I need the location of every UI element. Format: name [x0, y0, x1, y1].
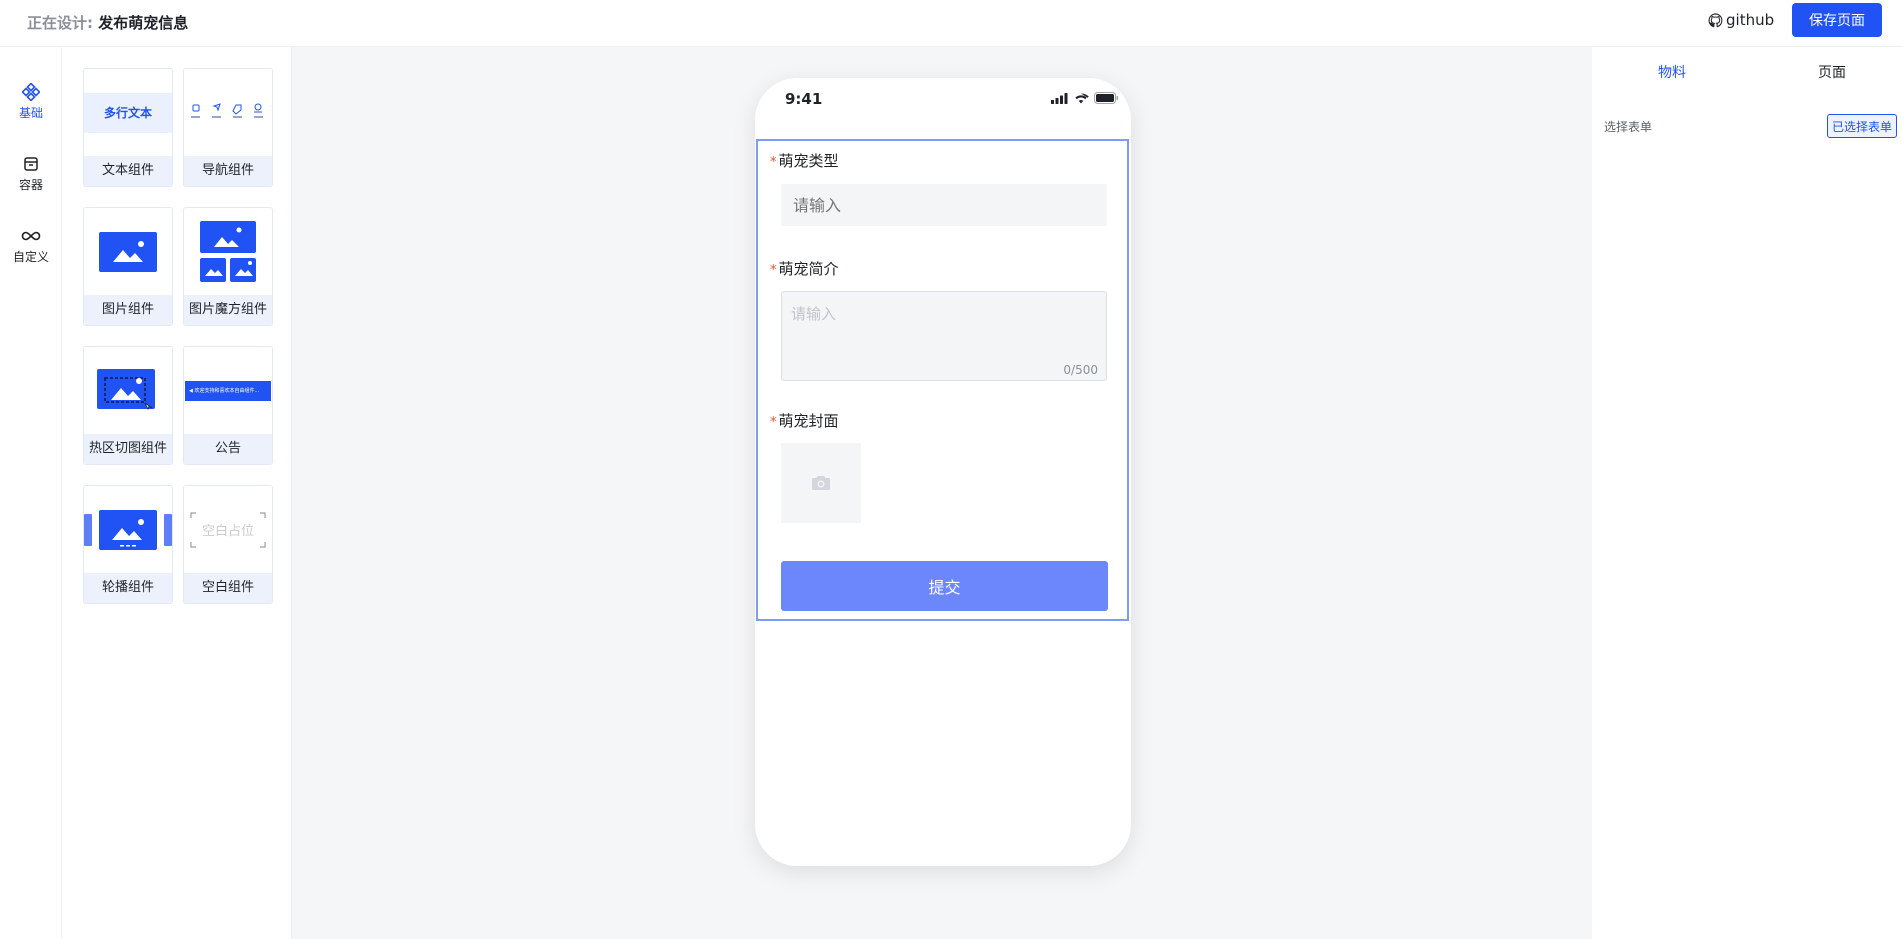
component-palette: 多行文本 文本组件 导航组件 图片组件 图片魔方组件 热区切图组件 ◀ 欢迎支持… [62, 47, 292, 939]
blank-placeholder: 空白占位 [190, 511, 266, 548]
field-label-pet-type: * 萌宠类型 [770, 150, 839, 171]
palette-item-notice[interactable]: ◀ 欢迎支持和喜欢本自由组件... 公告 [183, 346, 273, 465]
palette-item-label: 空白组件 [184, 573, 272, 603]
hotspot-preview [84, 347, 172, 434]
top-header: 正在设计: 发布萌宠信息 github 保存页面 [0, 0, 1902, 47]
palette-item-carousel[interactable]: 轮播组件 [83, 485, 173, 604]
notice-preview: ◀ 欢迎支持和喜欢本自由组件... [184, 347, 272, 434]
carousel-preview [84, 486, 172, 573]
rail-item-basic[interactable]: 基础 [0, 83, 62, 121]
palette-item-image[interactable]: 图片组件 [83, 207, 173, 326]
save-page-button[interactable]: 保存页面 [1792, 3, 1882, 37]
hotspot-image-icon [97, 368, 155, 410]
field-label-pet-cover: * 萌宠封面 [770, 410, 839, 431]
github-link[interactable]: github [1708, 11, 1774, 29]
rail-item-container-label: 容器 [18, 178, 43, 192]
status-icons [1051, 92, 1119, 104]
pet-type-input[interactable] [781, 184, 1107, 226]
notice-text: 欢迎支持和喜欢本自由组件... [194, 387, 260, 394]
notice-bar: ◀ 欢迎支持和喜欢本自由组件... [185, 380, 271, 401]
design-prefix: 正在设计: [27, 14, 93, 32]
rail-item-container[interactable]: 容器 [0, 155, 62, 193]
image-cube-preview [184, 208, 272, 295]
cover-uploader[interactable] [781, 443, 861, 523]
palette-item-text[interactable]: 多行文本 文本组件 [83, 68, 173, 187]
signal-icon [1051, 92, 1068, 104]
text-preview: 多行文本 [84, 69, 172, 156]
github-label: github [1726, 11, 1775, 29]
required-asterisk: * [770, 415, 777, 430]
field-label-pet-intro: * 萌宠简介 [770, 258, 839, 279]
selected-form-button[interactable]: 已选择表单 [1827, 114, 1897, 138]
wifi-icon [1075, 92, 1089, 103]
palette-item-label: 导航组件 [184, 156, 272, 186]
tab-page[interactable]: 页面 [1818, 62, 1846, 82]
palette-item-label: 图片组件 [84, 295, 172, 325]
camera-icon [812, 476, 830, 490]
rail-item-basic-label: 基础 [18, 106, 43, 120]
palette-item-label: 热区切图组件 [84, 434, 172, 464]
palette-item-label: 图片魔方组件 [184, 295, 272, 325]
field-label-pet-cover-text: 萌宠封面 [778, 412, 839, 430]
design-name: 发布萌宠信息 [98, 14, 189, 32]
form-component[interactable]: *萌宠类型 *萌宠简介 请输入 0/500 *萌宠封面 提交 [756, 139, 1129, 621]
char-counter: 0/500 [1063, 363, 1098, 377]
palette-item-hotspot[interactable]: 热区切图组件 [83, 346, 173, 465]
image-preview [84, 208, 172, 295]
palette-item-image-cube[interactable]: 图片魔方组件 [183, 207, 273, 326]
rail-item-custom-label: 自定义 [12, 250, 49, 264]
palette-item-label: 公告 [184, 434, 272, 464]
corner-brackets-icon [190, 511, 266, 548]
submit-button[interactable]: 提交 [781, 561, 1108, 611]
field-label-pet-intro-text: 萌宠简介 [778, 260, 839, 278]
github-icon [1708, 12, 1723, 27]
battery-icon [1094, 92, 1118, 104]
field-label-pet-type-text: 萌宠类型 [778, 152, 839, 170]
palette-item-blank[interactable]: 空白占位 空白组件 [183, 485, 273, 604]
pet-intro-placeholder: 请输入 [791, 305, 837, 323]
container-icon [24, 157, 38, 171]
status-time: 9:41 [785, 90, 823, 108]
required-asterisk: * [770, 263, 777, 278]
basic-components-icon [22, 83, 40, 101]
image-grid-icon [200, 220, 256, 282]
phone-preview: 9:41 *萌宠类型 *萌宠简介 请输入 0/500 *萌宠封面 提交 [755, 78, 1131, 866]
right-panel: 物料 页面 选择表单 已选择表单 [1592, 47, 1902, 939]
design-title: 正在设计: 发布萌宠信息 [27, 12, 188, 33]
required-asterisk: * [770, 155, 777, 170]
left-rail: 基础 容器 自定义 [0, 47, 62, 939]
blank-preview: 空白占位 [184, 486, 272, 573]
text-preview-label: 多行文本 [84, 92, 172, 133]
palette-item-label: 文本组件 [84, 156, 172, 186]
tab-materials[interactable]: 物料 [1658, 62, 1686, 82]
nav-preview [184, 69, 272, 156]
infinity-icon [21, 231, 41, 241]
nav-bar-icon [191, 102, 263, 118]
palette-item-nav[interactable]: 导航组件 [183, 68, 273, 187]
image-icon [99, 231, 157, 272]
pet-intro-textarea[interactable]: 请输入 0/500 [781, 291, 1107, 381]
select-form-label: 选择表单 [1604, 120, 1653, 134]
palette-item-label: 轮播组件 [84, 573, 172, 603]
carousel-icon [84, 509, 172, 550]
rail-item-custom[interactable]: 自定义 [0, 227, 62, 265]
